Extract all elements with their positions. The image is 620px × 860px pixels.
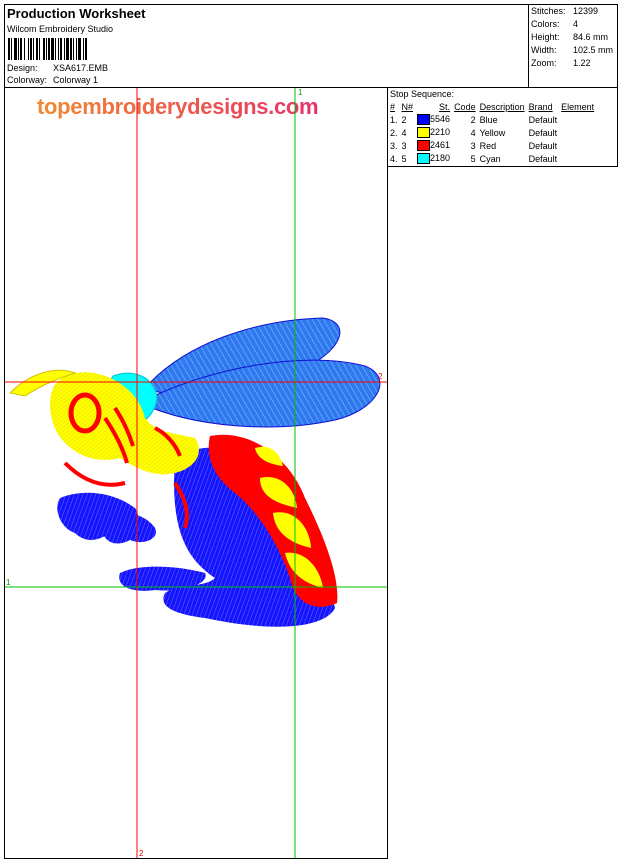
color-code: 3 bbox=[470, 140, 476, 151]
stitch-count: 2210 bbox=[430, 126, 451, 137]
header-divider bbox=[528, 5, 529, 87]
stat-label: Height: bbox=[531, 32, 560, 42]
color-code: 5 bbox=[470, 153, 476, 164]
needle-number: 4 bbox=[401, 127, 407, 138]
table-header-row: # N# St. Code Description Brand Element bbox=[389, 101, 597, 113]
color-code: 4 bbox=[470, 127, 476, 138]
worksheet-header: Production Worksheet Wilcom Embroidery S… bbox=[4, 4, 618, 88]
design-row: Design: XSA617.EMB bbox=[7, 63, 108, 73]
design-value: XSA617.EMB bbox=[53, 63, 109, 73]
color-description: Red bbox=[479, 140, 497, 151]
color-swatch-icon bbox=[417, 127, 431, 139]
brand-name: Default bbox=[528, 114, 558, 125]
color-code: 2 bbox=[470, 114, 476, 125]
color-description: Cyan bbox=[479, 153, 501, 164]
stat-value: 84.6 mm bbox=[573, 32, 609, 42]
guide-label-bottom: 2 bbox=[139, 849, 144, 858]
table-row: 3. 3 2461 3 Red Default bbox=[389, 139, 597, 152]
stat-value: 4 bbox=[573, 19, 579, 29]
col-header: St. bbox=[439, 102, 451, 112]
row-number: 1. bbox=[390, 114, 398, 125]
stitch-cell: 2180 bbox=[416, 152, 453, 165]
table-row: 4. 5 2180 5 Cyan Default bbox=[389, 152, 597, 165]
stat-zoom: Zoom: 1.22 bbox=[531, 58, 591, 68]
table-row: 2. 4 2210 4 Yellow Default bbox=[389, 126, 597, 139]
brand-name: Default bbox=[528, 127, 558, 138]
stitch-count: 2180 bbox=[430, 152, 451, 163]
col-header: Description bbox=[479, 102, 525, 112]
stop-rows: 1. 2 5546 2 Blue Default 2. 4 2210 4 Yellow Default… bbox=[389, 113, 597, 165]
color-swatch-icon bbox=[417, 114, 431, 126]
stitch-cell: 2210 bbox=[416, 126, 453, 139]
stat-label: Stitches: bbox=[531, 6, 566, 16]
brand-name: Default bbox=[528, 153, 558, 164]
needle-number: 5 bbox=[401, 153, 407, 164]
row-number: 4. bbox=[390, 153, 398, 164]
element-name bbox=[560, 113, 597, 126]
needle-number: 2 bbox=[401, 114, 407, 125]
stat-value: 1.22 bbox=[573, 58, 591, 68]
stitch-count: 2461 bbox=[430, 139, 451, 150]
colorway-value: Colorway 1 bbox=[53, 75, 99, 85]
stop-sequence-label: Stop Sequence: bbox=[390, 89, 455, 99]
guide-label-left: 1 bbox=[6, 578, 11, 587]
stat-label: Width: bbox=[531, 45, 557, 55]
col-header: N# bbox=[401, 102, 414, 112]
color-description: Yellow bbox=[479, 127, 506, 138]
color-swatch-icon bbox=[417, 153, 431, 165]
page-title: Production Worksheet bbox=[7, 6, 146, 21]
colorway-row: Colorway: Colorway 1 bbox=[7, 75, 98, 85]
stitch-count: 5546 bbox=[430, 113, 451, 124]
stat-stitches: Stitches: 12399 bbox=[531, 6, 598, 16]
stat-label: Zoom: bbox=[531, 58, 557, 68]
software-name: Wilcom Embroidery Studio bbox=[7, 24, 114, 34]
col-header: Code bbox=[454, 102, 476, 112]
element-name bbox=[560, 152, 597, 165]
side-divider bbox=[387, 166, 388, 859]
stop-sequence-panel: Stop Sequence: # N# St. Code Description… bbox=[387, 87, 618, 167]
needle-number: 3 bbox=[401, 140, 407, 151]
colorway-label: Colorway: bbox=[7, 75, 48, 85]
color-description: Blue bbox=[479, 114, 498, 125]
stat-width: Width: 102.5 mm bbox=[531, 45, 613, 55]
element-name bbox=[560, 139, 597, 152]
table-row: 1. 2 5546 2 Blue Default bbox=[389, 113, 597, 126]
element-name bbox=[560, 126, 597, 139]
guide-label-top: 1 bbox=[298, 88, 303, 97]
color-swatch-icon bbox=[417, 140, 431, 152]
col-header: Brand bbox=[528, 102, 553, 112]
stat-value: 12399 bbox=[573, 6, 599, 16]
brand-name: Default bbox=[528, 140, 558, 151]
barcode-icon bbox=[8, 38, 87, 60]
guide-label-right: 2 bbox=[378, 372, 383, 381]
stitch-cell: 5546 bbox=[416, 113, 453, 126]
design-preview: topembroiderydesigns.com 1 2 1 2 bbox=[4, 87, 388, 859]
stat-colors: Colors: 4 bbox=[531, 19, 578, 29]
stat-label: Colors: bbox=[531, 19, 560, 29]
row-number: 3. bbox=[390, 140, 398, 151]
col-header: Element bbox=[561, 102, 595, 112]
stat-value: 102.5 mm bbox=[573, 45, 614, 55]
stop-sequence-table: # N# St. Code Description Brand Element … bbox=[389, 101, 597, 165]
stitch-cell: 2461 bbox=[416, 139, 453, 152]
wing-shapes bbox=[138, 317, 381, 428]
col-header: # bbox=[390, 102, 396, 112]
row-number: 2. bbox=[390, 127, 398, 138]
design-label: Design: bbox=[7, 63, 38, 73]
hornet-embroidery-image bbox=[5, 88, 387, 858]
stat-height: Height: 84.6 mm bbox=[531, 32, 608, 42]
